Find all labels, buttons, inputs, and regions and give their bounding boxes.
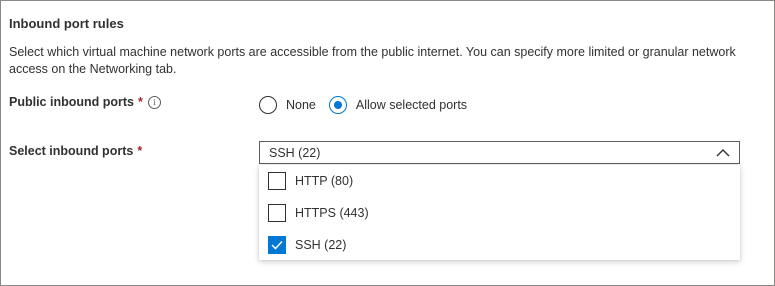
checkmark-icon: [271, 240, 283, 250]
info-icon[interactable]: i: [147, 96, 161, 109]
listbox-option-ssh[interactable]: SSH (22): [259, 229, 740, 261]
radio-allow-selected-ports-label: Allow selected ports: [355, 98, 468, 112]
public-inbound-ports-radio-group: None Allow selected ports: [259, 96, 480, 114]
section-description: Select which virtual machine network por…: [9, 45, 736, 76]
required-marker: *: [137, 144, 143, 158]
option-ssh-label: SSH (22): [295, 238, 347, 252]
public-inbound-ports-label: Public inbound ports * i: [9, 95, 161, 109]
select-inbound-ports-label-text: Select inbound ports: [9, 144, 134, 158]
select-inbound-ports-label: Select inbound ports *: [9, 144, 142, 158]
checkbox-ssh[interactable]: [268, 236, 286, 254]
option-http-label: HTTP (80): [295, 174, 354, 188]
radio-allow-selected-ports[interactable]: [328, 96, 347, 114]
public-inbound-ports-label-text: Public inbound ports: [9, 95, 134, 109]
option-https-label: HTTPS (443): [295, 206, 369, 220]
radio-none-label: None: [286, 98, 316, 112]
inbound-ports-listbox: HTTP (80) HTTPS (443) SSH (22): [259, 165, 740, 260]
listbox-option-http[interactable]: HTTP (80): [259, 165, 740, 197]
required-marker: *: [138, 95, 143, 109]
radio-none[interactable]: [259, 96, 277, 114]
checkbox-http[interactable]: [268, 172, 286, 190]
listbox-option-https[interactable]: HTTPS (443): [259, 197, 740, 229]
select-inbound-ports-dropdown[interactable]: SSH (22): [259, 141, 740, 164]
dropdown-selected-value: SSH (22): [269, 145, 321, 160]
inbound-port-rules-panel: Inbound port rules Select which virtual …: [0, 0, 775, 286]
section-title: Inbound port rules: [9, 16, 124, 31]
chevron-up-icon[interactable]: [716, 148, 730, 158]
radio-option-none[interactable]: None: [259, 96, 316, 114]
radio-option-allow-selected-ports[interactable]: Allow selected ports: [328, 96, 468, 114]
checkbox-https[interactable]: [268, 204, 286, 222]
